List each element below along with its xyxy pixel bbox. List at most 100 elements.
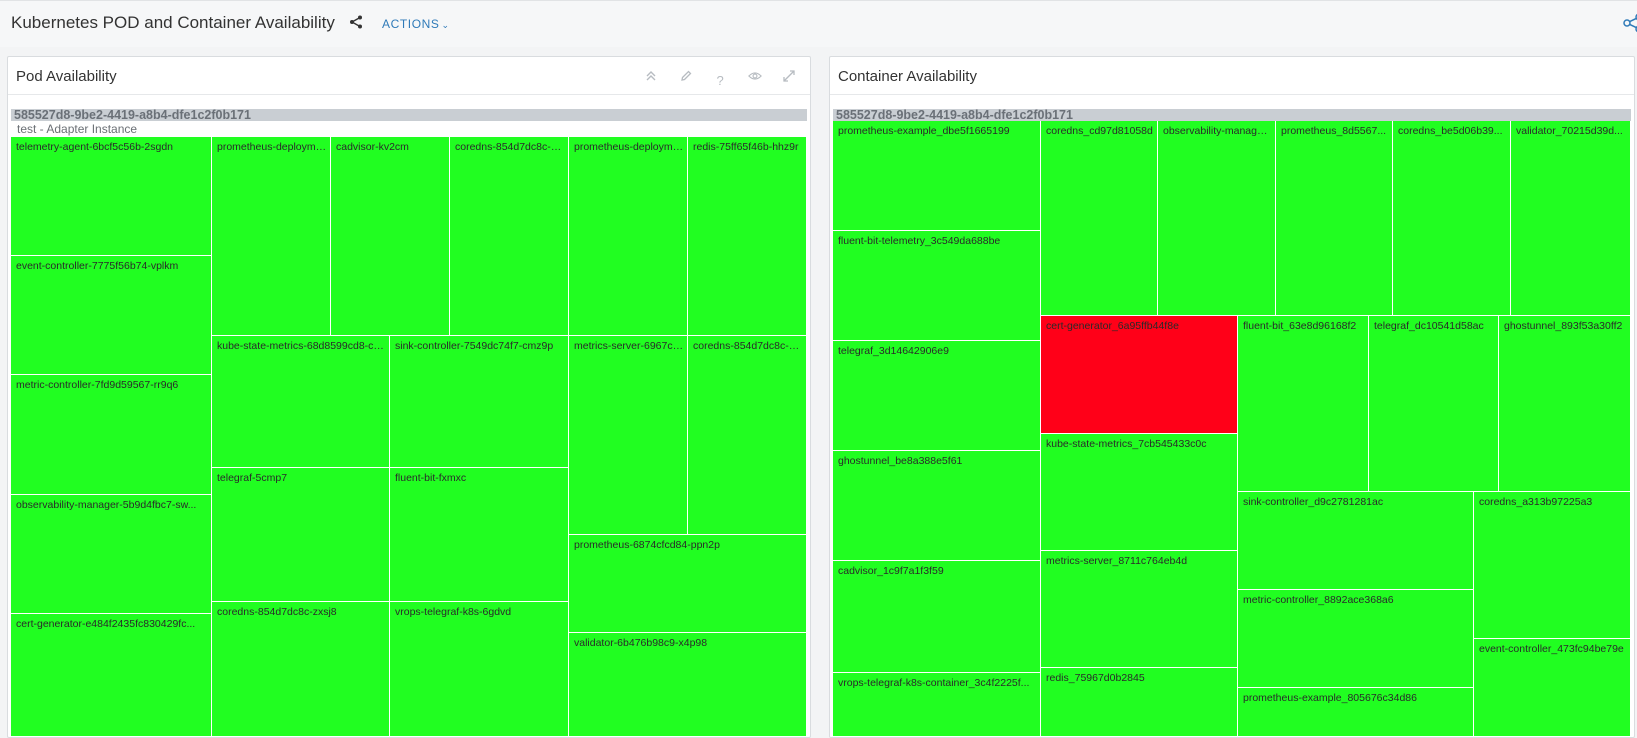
container-tile[interactable]: sink-controller_d9c2781281ac [1238, 492, 1474, 590]
tile-label: metric-controller-7fd9d59567-rr9q6 [16, 379, 179, 391]
widget-header: Pod Availability ? [8, 57, 810, 95]
tile-label: prometheus-example_dbe5f1665199 [838, 125, 1010, 137]
tile-label: observability-manager-5b9d4fbc7-sw... [16, 499, 197, 511]
treemap-group-header: 585527d8-9be2-4419-a8b4-dfe1c2f0b171 [833, 109, 1631, 121]
pod-tile[interactable]: fluent-bit-fxmxc [390, 468, 569, 602]
tile-label: fluent-bit_63e8d96168f2 [1243, 320, 1357, 332]
container-tile[interactable]: coredns_cd97d81058d [1041, 121, 1158, 316]
container-tile[interactable]: ghostunnel_be8a388e5f61 [833, 451, 1041, 561]
tile-label: event-controller-7775f56b74-vplkm [16, 260, 179, 272]
collapse-icon[interactable] [642, 67, 660, 85]
share-icon[interactable] [1622, 13, 1637, 33]
container-tile[interactable]: ghostunnel_893f53a30ff2 [1499, 316, 1631, 492]
tile-label: coredns-854d7dc8c-sd... [693, 340, 804, 352]
container-tile[interactable]: telegraf_dc10541d58ac [1369, 316, 1499, 492]
tile-label: coredns_be5d06b39... [1398, 125, 1503, 137]
tile-label: redis_75967d0b2845 [1046, 672, 1145, 684]
tile-label: cadvisor_1c9f7a1f3f59 [838, 565, 944, 577]
container-tile-unavailable[interactable]: cert-generator_6a95ffb44f8e [1041, 316, 1238, 434]
container-tile[interactable]: prometheus_8d5567... [1276, 121, 1393, 316]
pod-tile[interactable]: coredns-854d7dc8c-kn... [450, 137, 569, 336]
pod-tile[interactable]: prometheus-deployme... [569, 137, 688, 336]
widget-toolbar: ? [630, 67, 798, 88]
container-tile[interactable]: fluent-bit_63e8d96168f2 [1238, 316, 1369, 492]
container-tile[interactable]: kube-state-metrics_7cb545433c0c [1041, 434, 1238, 551]
tile-label: fluent-bit-telemetry_3c549da688be [838, 235, 1001, 247]
pod-tile[interactable]: metrics-server-6967cb... [569, 336, 688, 535]
tile-label: ghostunnel_893f53a30ff2 [1504, 320, 1623, 332]
container-tile[interactable]: validator_70215d39d... [1511, 121, 1631, 316]
tile-label: redis-75ff65f46b-hhz9r [693, 141, 799, 153]
container-tile[interactable]: telegraf_3d14642906e9 [833, 341, 1041, 451]
container-tile[interactable]: prometheus-example_dbe5f1665199 [833, 121, 1041, 231]
pod-tile[interactable]: prometheus-deployme... [212, 137, 331, 336]
tile-label: prometheus-deployme... [217, 141, 328, 153]
pod-tile[interactable]: sink-controller-7549dc74f7-cmz9p [390, 336, 569, 468]
tile-label: metrics-server_8711c764eb4d [1046, 555, 1188, 567]
tile-label: validator_70215d39d... [1516, 125, 1623, 137]
dashboard-title: Kubernetes POD and Container Availabilit… [11, 13, 335, 32]
pod-tile[interactable]: metric-controller-7fd9d59567-rr9q6 [11, 375, 212, 495]
container-tile[interactable]: coredns_be5d06b39... [1393, 121, 1511, 316]
tile-label: ghostunnel_be8a388e5f61 [838, 455, 963, 467]
container-tile[interactable]: metric-controller_8892ace368a6 [1238, 590, 1474, 688]
pod-tile[interactable]: validator-6b476b98c9-x4p98 [569, 633, 807, 737]
view-icon[interactable] [746, 67, 764, 85]
container-tile[interactable]: coredns_a313b97225a3 [1474, 492, 1631, 639]
tile-label: fluent-bit-fxmxc [395, 472, 467, 484]
pod-tile[interactable]: observability-manager-5b9d4fbc7-sw... [11, 495, 212, 614]
tile-label: telegraf_3d14642906e9 [838, 345, 949, 357]
pod-tile[interactable]: telemetry-agent-6bcf5c56b-2sgdn [11, 137, 212, 256]
container-tile[interactable]: redis_75967d0b2845 [1041, 668, 1238, 737]
tile-label: cadvisor-kv2cm [336, 141, 409, 153]
tile-label: prometheus_8d5567... [1281, 125, 1387, 137]
pod-tile[interactable]: cert-generator-e484f2435fc830429fc... [11, 614, 212, 737]
tile-label: kube-state-metrics_7cb545433c0c [1046, 438, 1207, 450]
treemap-group-header: 585527d8-9be2-4419-a8b4-dfe1c2f0b171 [11, 109, 807, 121]
pod-tile[interactable]: kube-state-metrics-68d8599cd8-cn... [212, 336, 390, 468]
tile-label: metric-controller_8892ace368a6 [1243, 594, 1394, 606]
container-tile[interactable]: vrops-telegraf-k8s-container_3c4f2225f..… [833, 673, 1041, 737]
pod-tile[interactable]: cadvisor-kv2cm [331, 137, 450, 336]
tile-label: event-controller_473fc94be79e [1479, 643, 1624, 655]
tile-label: coredns_cd97d81058d [1046, 125, 1153, 137]
tile-label: cert-generator_6a95ffb44f8e [1046, 320, 1179, 332]
widget-title: Container Availability [838, 68, 977, 85]
pod-tile[interactable]: coredns-854d7dc8c-sd... [688, 336, 807, 535]
container-tile[interactable]: cadvisor_1c9f7a1f3f59 [833, 561, 1041, 673]
container-tile[interactable]: fluent-bit-telemetry_3c549da688be [833, 231, 1041, 341]
pod-tile[interactable]: vrops-telegraf-k8s-6gdvd [390, 602, 569, 737]
container-tile[interactable]: metrics-server_8711c764eb4d [1041, 551, 1238, 668]
chevron-down-icon: ⌄ [441, 20, 450, 30]
container-tile[interactable]: observability-manager... [1158, 121, 1276, 316]
pod-tile[interactable]: event-controller-7775f56b74-vplkm [11, 256, 212, 375]
tile-label: vrops-telegraf-k8s-6gdvd [395, 606, 512, 618]
tile-label: prometheus-example_805676c34d86 [1243, 692, 1417, 704]
tile-label: observability-manager... [1163, 125, 1273, 137]
pod-tile[interactable]: coredns-854d7dc8c-zxsj8 [212, 602, 390, 737]
tile-label: prometheus-deployme... [574, 141, 685, 153]
pod-tile[interactable]: prometheus-6874cfcd84-ppn2p [569, 535, 807, 633]
tile-label: kube-state-metrics-68d8599cd8-cn... [217, 340, 387, 352]
container-tile[interactable]: prometheus-example_805676c34d86 [1238, 688, 1474, 737]
tile-label: telegraf-5cmp7 [217, 472, 288, 484]
tile-label: metrics-server-6967cb... [574, 340, 685, 352]
adapter-instance-label: test - Adapter Instance [17, 122, 138, 136]
edit-icon[interactable] [677, 67, 695, 85]
help-icon[interactable]: ? [711, 72, 729, 90]
tile-label: sink-controller-7549dc74f7-cmz9p [395, 340, 554, 352]
pod-treemap: 585527d8-9be2-4419-a8b4-dfe1c2f0b171 tes… [11, 109, 807, 737]
tile-label: vrops-telegraf-k8s-container_3c4f2225f..… [838, 677, 1030, 689]
container-treemap: 585527d8-9be2-4419-a8b4-dfe1c2f0b171 pro… [833, 109, 1631, 737]
pod-availability-widget: Pod Availability ? 585527d8-9be2-4419-a8… [7, 56, 811, 738]
pod-tile[interactable]: redis-75ff65f46b-hhz9r [688, 137, 807, 336]
tile-label: sink-controller_d9c2781281ac [1243, 496, 1384, 508]
dashboard-toolbar: Kubernetes POD and Container Availabilit… [0, 0, 1637, 47]
actions-button[interactable]: ACTIONS ⌄ [382, 17, 450, 31]
expand-icon[interactable] [780, 67, 798, 85]
pod-tile[interactable]: telegraf-5cmp7 [212, 468, 390, 602]
tile-label: coredns_a313b97225a3 [1479, 496, 1593, 508]
container-tile[interactable]: event-controller_473fc94be79e [1474, 639, 1631, 737]
actions-label: ACTIONS [382, 17, 440, 31]
share-icon[interactable] [349, 15, 363, 29]
